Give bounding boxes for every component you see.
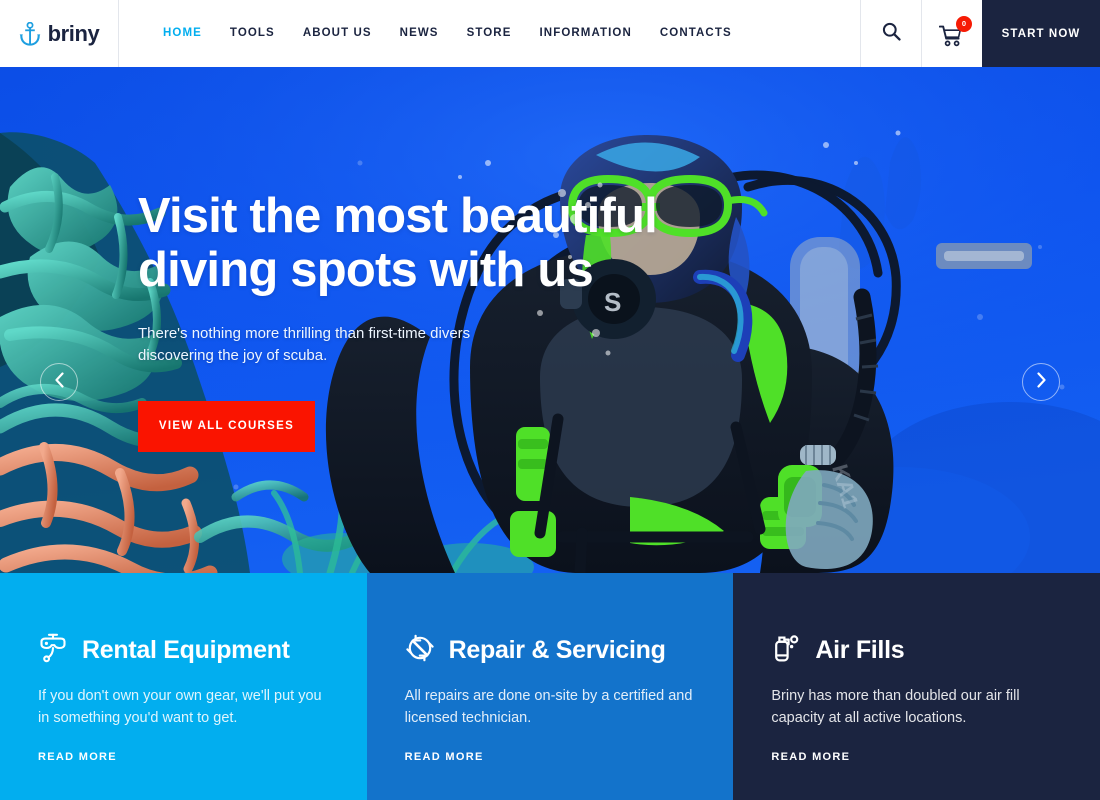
chevron-left-icon (54, 371, 65, 393)
anchor-icon (19, 21, 41, 46)
cart-count-badge: 0 (956, 15, 972, 32)
feature-card-description: If you don't own your own gear, we'll pu… (38, 688, 322, 726)
nav-item-information[interactable]: INFORMATION (526, 0, 646, 67)
feature-card-description: All repairs are done on-site by a certif… (404, 688, 693, 726)
cart-button[interactable]: 0 (921, 0, 982, 67)
nav-item-contacts[interactable]: CONTACTS (646, 0, 746, 67)
feature-card-air-fills[interactable]: Air Fills Briny has more than doubled ou… (733, 573, 1100, 800)
search-button[interactable] (860, 0, 921, 67)
nav-item-home[interactable]: HOME (149, 0, 216, 67)
read-more-link-rental[interactable]: READ MORE (38, 751, 117, 763)
wrench-repair-icon (405, 633, 435, 668)
start-now-button[interactable]: START NOW (982, 0, 1100, 67)
feature-card-title: Air Fills (815, 636, 905, 664)
hero-subtitle: There's nothing more thrilling than firs… (138, 324, 471, 364)
read-more-link-air-fills[interactable]: READ MORE (771, 751, 850, 763)
search-icon (882, 22, 901, 46)
nav-item-news[interactable]: NEWS (386, 0, 453, 67)
view-all-courses-button[interactable]: VIEW ALL COURSES (138, 400, 315, 452)
feature-card-title: Repair & Servicing (448, 636, 666, 664)
chevron-right-icon (1036, 371, 1047, 393)
main-navigation: HOME TOOLS ABOUT US NEWS STORE INFORMATI… (119, 0, 860, 67)
carousel-prev-button[interactable] (40, 363, 78, 401)
carousel-next-button[interactable] (1022, 363, 1060, 401)
logo-text: briny (47, 20, 100, 46)
feature-card-description: Briny has more than doubled our air fill… (771, 688, 1020, 726)
feature-card-rental-equipment[interactable]: Rental Equipment If you don't own your o… (0, 573, 367, 800)
hero-title: Visit the most beautiful diving spots wi… (138, 188, 658, 297)
nav-item-store[interactable]: STORE (453, 0, 526, 67)
logo[interactable]: briny (0, 0, 119, 67)
diving-mask-icon (38, 633, 68, 668)
hero-content: Visit the most beautiful diving spots wi… (138, 67, 838, 573)
nav-item-tools[interactable]: TOOLS (216, 0, 289, 67)
read-more-link-repair[interactable]: READ MORE (405, 751, 484, 763)
site-header: briny HOME TOOLS ABOUT US NEWS STORE INF… (0, 0, 1100, 67)
feature-card-repair-servicing[interactable]: Repair & Servicing All repairs are done … (366, 573, 734, 800)
feature-card-title: Rental Equipment (82, 636, 290, 664)
hero-slider: S KA1 Visit the most beautiful diving sp… (0, 67, 1100, 573)
air-tank-icon (771, 633, 801, 668)
feature-cards: Rental Equipment If you don't own your o… (0, 573, 1100, 800)
nav-item-about-us[interactable]: ABOUT US (289, 0, 386, 67)
